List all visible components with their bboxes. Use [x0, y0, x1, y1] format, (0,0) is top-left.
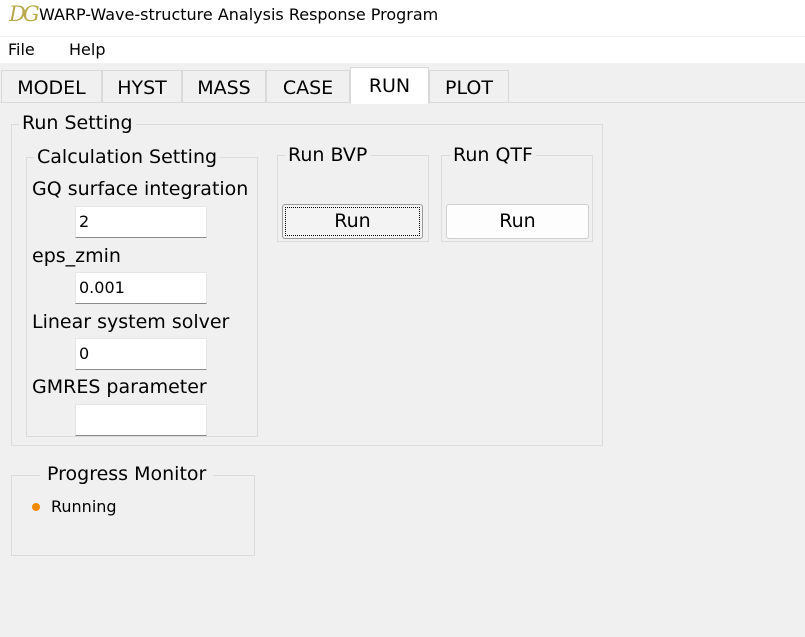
progress-monitor-title: Progress Monitor — [40, 463, 214, 485]
tab-run[interactable]: RUN — [350, 67, 429, 104]
tab-case[interactable]: CASE — [266, 70, 350, 102]
app-logo-icon: DG — [9, 2, 40, 26]
title-bar: DG WARP-Wave-structure Analysis Response… — [0, 0, 805, 36]
tab-mass[interactable]: MASS — [182, 70, 266, 102]
run-bvp-title: Run BVP — [285, 144, 371, 166]
calculation-setting-title: Calculation Setting — [34, 146, 221, 168]
gq-label: GQ surface integration — [32, 178, 249, 200]
tab-bar: MODEL HYST MASS CASE RUN PLOT — [0, 63, 805, 104]
menu-help[interactable]: Help — [69, 40, 105, 59]
run-setting-title: Run Setting — [19, 112, 136, 134]
run-bvp-button[interactable]: Run — [282, 204, 423, 239]
tab-plot[interactable]: PLOT — [429, 70, 509, 102]
progress-monitor-group — [11, 475, 255, 556]
menu-bar: File Help — [0, 37, 805, 63]
solver-input[interactable]: 0 — [75, 338, 207, 370]
eps-zmin-label: eps_zmin — [32, 245, 121, 267]
gq-input[interactable]: 2 — [75, 206, 207, 238]
gmres-label: GMRES parameter — [32, 376, 207, 398]
menu-file[interactable]: File — [8, 40, 35, 59]
run-qtf-button[interactable]: Run — [446, 204, 589, 239]
eps-zmin-input[interactable]: 0.001 — [75, 272, 207, 304]
progress-status: Running — [51, 497, 117, 516]
solver-label: Linear system solver — [32, 311, 230, 333]
run-qtf-title: Run QTF — [450, 144, 536, 166]
status-dot-icon — [32, 503, 40, 511]
gmres-input[interactable] — [75, 404, 207, 436]
tab-model[interactable]: MODEL — [1, 70, 102, 102]
window-title: WARP-Wave-structure Analysis Response Pr… — [39, 5, 439, 24]
tab-hyst[interactable]: HYST — [102, 70, 182, 102]
